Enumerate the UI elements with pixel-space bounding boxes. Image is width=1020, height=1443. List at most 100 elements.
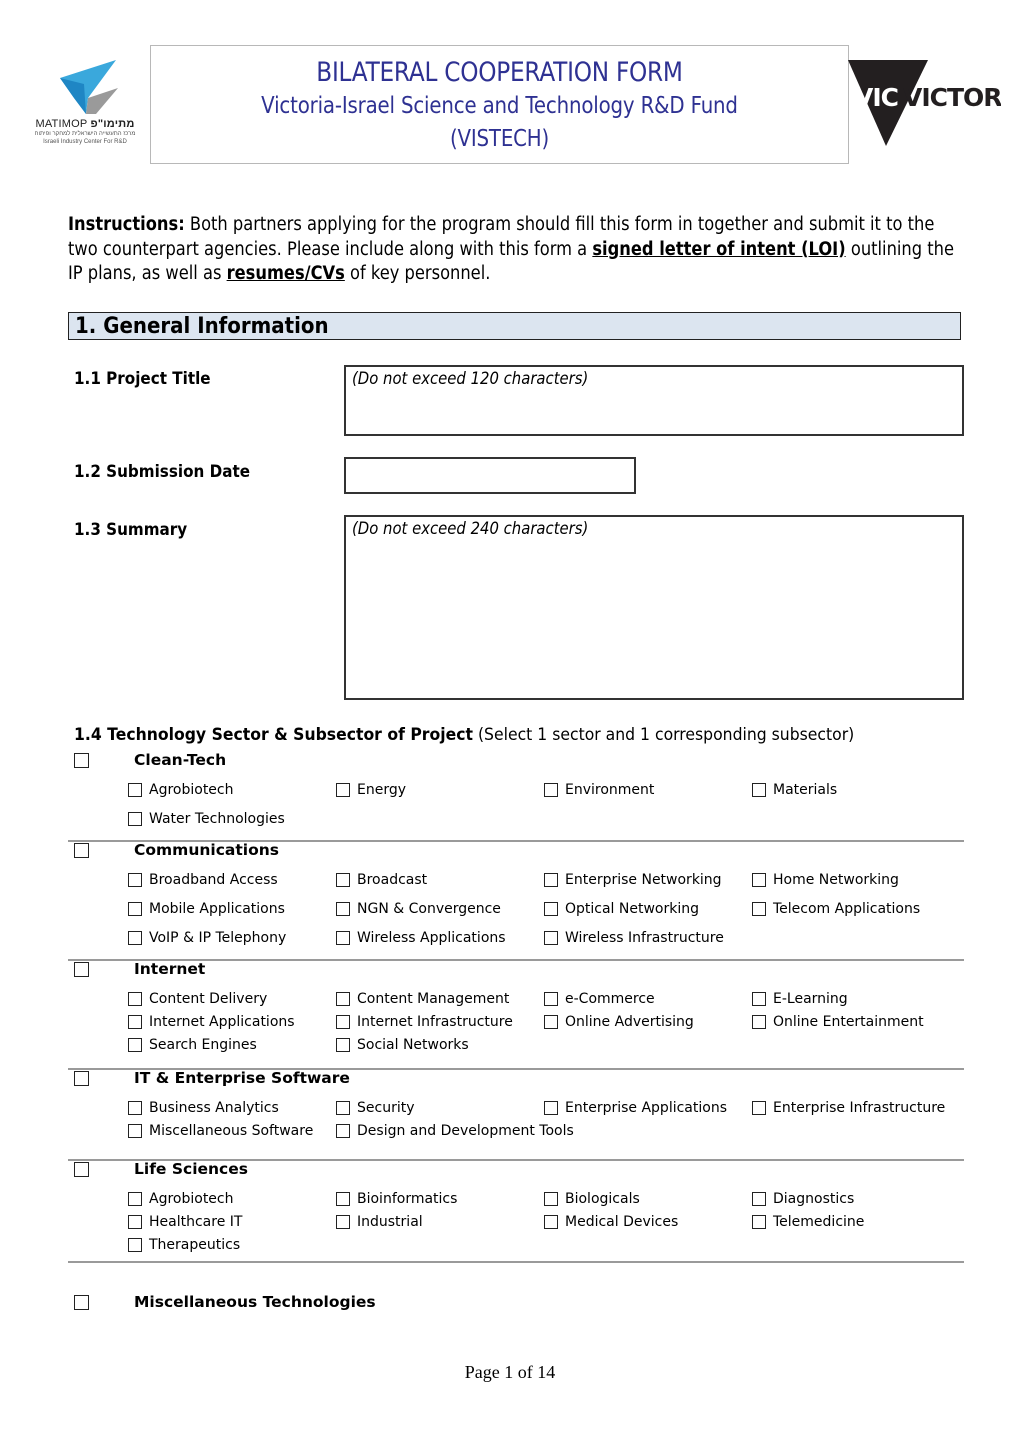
section-title: 1. General Information — [75, 314, 329, 339]
loi-emphasis: signed letter of intent (LOI) — [592, 238, 846, 260]
subsector-checkbox[interactable] — [336, 1215, 350, 1229]
subsector-checkbox[interactable] — [544, 1215, 558, 1229]
subsector-checkbox[interactable] — [752, 873, 766, 887]
matimop-name: MATIMOP — [35, 118, 88, 130]
subsector-checkbox[interactable] — [544, 1101, 558, 1115]
subsector-checkbox[interactable] — [336, 1101, 350, 1115]
sector-name: Communications — [134, 841, 279, 859]
subsector-checkbox[interactable] — [752, 1215, 766, 1229]
subsector-checkbox[interactable] — [752, 1015, 766, 1029]
instructions-label: Instructions: — [68, 214, 185, 235]
subsector-checkbox[interactable] — [128, 1015, 142, 1029]
summary-field[interactable]: (Do not exceed 240 characters) — [344, 515, 964, 700]
subsector-label: Broadcast — [357, 872, 428, 888]
matimop-logo: MATIMOP מתימו"פ מרכז התעשייה הישראלית למ… — [24, 58, 146, 158]
sectors-heading: 1.4 Technology Sector & Subsector of Pro… — [74, 725, 854, 745]
subsector-label: Content Management — [357, 991, 510, 1007]
subsector-checkbox[interactable] — [752, 783, 766, 797]
subsector-label: Internet Infrastructure — [357, 1014, 513, 1030]
sector-checkbox[interactable] — [74, 1162, 89, 1177]
subsector-checkbox[interactable] — [544, 783, 558, 797]
svg-text:VIC: VIC — [854, 83, 898, 112]
subsector-checkbox[interactable] — [336, 783, 350, 797]
subsector-label: Telemedicine — [773, 1214, 865, 1230]
subsector-checkbox[interactable] — [336, 1192, 350, 1206]
subsector-label: E-Learning — [773, 991, 848, 1007]
subsector-checkbox[interactable] — [336, 992, 350, 1006]
subsector-label: Water Technologies — [149, 811, 285, 827]
matimop-tagline: Israeli Industry Center For R&D — [43, 139, 127, 145]
subsector-checkbox[interactable] — [544, 873, 558, 887]
subsector-label: Biologicals — [565, 1191, 640, 1207]
project-title-field[interactable]: (Do not exceed 120 characters) — [344, 365, 964, 436]
subsector-checkbox[interactable] — [544, 1015, 558, 1029]
subsector-label: Home Networking — [773, 872, 899, 888]
sector-divider — [68, 959, 964, 961]
sector-checkbox[interactable] — [74, 1071, 89, 1086]
subsector-checkbox[interactable] — [128, 783, 142, 797]
subsector-label: Design and Development Tools — [357, 1123, 574, 1139]
subsector-checkbox[interactable] — [128, 931, 142, 945]
subsector-checkbox[interactable] — [128, 902, 142, 916]
subsector-checkbox[interactable] — [336, 1015, 350, 1029]
subsector-checkbox[interactable] — [128, 992, 142, 1006]
subsector-label: Mobile Applications — [149, 901, 285, 917]
subsector-label: Agrobiotech — [149, 782, 234, 798]
subsector-checkbox[interactable] — [128, 812, 142, 826]
sectors-heading-note: (Select 1 sector and 1 corresponding sub… — [472, 725, 855, 745]
subsector-checkbox[interactable] — [128, 1215, 142, 1229]
subsector-checkbox[interactable] — [752, 1101, 766, 1115]
victoria-triangle-icon: VIC VICTORIA — [848, 60, 1020, 146]
subsector-label: Materials — [773, 782, 838, 798]
matimop-hebrew: מתימו"פ — [90, 118, 135, 130]
subsector-checkbox[interactable] — [544, 992, 558, 1006]
subsector-label: Social Networks — [357, 1037, 469, 1053]
subsector-checkbox[interactable] — [128, 1238, 142, 1252]
submission-date-field[interactable] — [344, 457, 636, 494]
subsector-label: VoIP & IP Telephony — [149, 930, 287, 946]
subsector-label: Optical Networking — [565, 901, 700, 917]
subsector-checkbox[interactable] — [128, 1038, 142, 1052]
subsector-checkbox[interactable] — [128, 1124, 142, 1138]
subsector-label: Energy — [357, 782, 407, 798]
sector-name: Miscellaneous Technologies — [134, 1293, 376, 1311]
subsector-checkbox[interactable] — [336, 1038, 350, 1052]
sector-divider — [68, 1159, 964, 1161]
subsector-checkbox[interactable] — [128, 1101, 142, 1115]
summary-label: 1.3 Summary — [74, 520, 188, 539]
subsector-checkbox[interactable] — [544, 902, 558, 916]
victoria-wordmark: VICTORIA — [903, 83, 1001, 112]
subsector-label: Enterprise Applications — [565, 1100, 727, 1116]
subsector-checkbox[interactable] — [128, 1192, 142, 1206]
subsector-label: Wireless Applications — [357, 930, 506, 946]
subsector-label: Enterprise Infrastructure — [773, 1100, 946, 1116]
sector-checkbox[interactable] — [74, 843, 89, 858]
subsector-label: Search Engines — [149, 1037, 257, 1053]
summary-hint: (Do not exceed 240 characters) — [352, 519, 589, 538]
subsector-checkbox[interactable] — [544, 1192, 558, 1206]
subsector-checkbox[interactable] — [336, 931, 350, 945]
form-title-box: BILATERAL COOPERATION FORM Victoria-Isra… — [150, 45, 849, 164]
victoria-logo: VIC VICTORIA — [846, 60, 1020, 150]
subsector-checkbox[interactable] — [336, 1124, 350, 1138]
sector-name: Life Sciences — [134, 1160, 248, 1178]
matimop-hebrew-tagline: מרכז התעשייה הישראלית למחקר ופיתוח — [34, 131, 136, 137]
sector-checkbox[interactable] — [74, 753, 89, 768]
sector-divider — [68, 1261, 964, 1263]
sector-divider — [68, 840, 964, 842]
subsector-label: Online Advertising — [565, 1014, 694, 1030]
sector-life-sciences: Life Sciences — [68, 1160, 964, 1181]
subsector-checkbox[interactable] — [752, 902, 766, 916]
subsector-checkbox[interactable] — [544, 931, 558, 945]
subsector-label: NGN & Convergence — [357, 901, 501, 917]
subsector-label: Security — [357, 1100, 415, 1116]
subsector-label: Medical Devices — [565, 1214, 679, 1230]
sector-checkbox[interactable] — [74, 962, 89, 977]
subsector-checkbox[interactable] — [336, 902, 350, 916]
sector-checkbox[interactable] — [74, 1295, 89, 1310]
subsector-checkbox[interactable] — [128, 873, 142, 887]
subsector-checkbox[interactable] — [752, 992, 766, 1006]
sector-divider — [68, 1068, 964, 1070]
subsector-checkbox[interactable] — [752, 1192, 766, 1206]
subsector-checkbox[interactable] — [336, 873, 350, 887]
